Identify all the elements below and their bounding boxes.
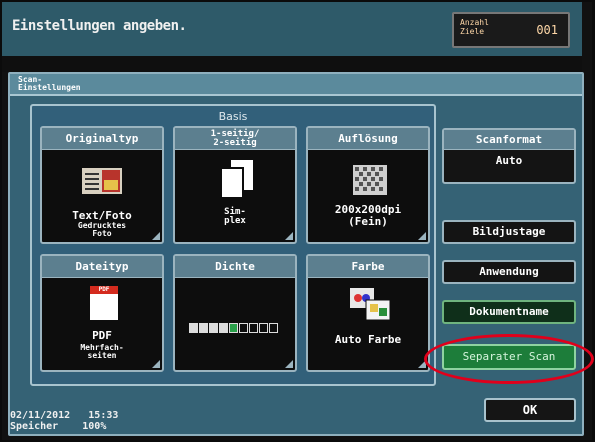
aufloesung-button[interactable]: Auflösung 200x200dpi (Fein) (306, 126, 430, 244)
scan-settings-panel: Scan- Einstellungen Basis Originaltyp Te… (8, 72, 584, 436)
scanformat-button[interactable]: Scanformat Auto (442, 128, 576, 184)
density-segment (239, 323, 248, 333)
ok-button[interactable]: OK (484, 398, 576, 422)
density-segment (229, 323, 238, 333)
corner-marker-icon (418, 360, 426, 368)
basis-group: Basis Originaltyp Text/Foto Gedrucktes F… (30, 104, 436, 386)
color-pages-icon (350, 288, 391, 321)
density-segment (189, 323, 198, 333)
density-segment (219, 323, 228, 333)
farbe-title: Farbe (308, 256, 428, 278)
destination-count-value: 001 (536, 23, 558, 37)
aufloesung-value: 200x200dpi (Fein) (334, 203, 402, 228)
duplex-button[interactable]: 1-seitig/ 2-seitig Sim- plex (173, 126, 297, 244)
farbe-button[interactable]: Farbe Auto Farbe (306, 254, 430, 372)
bildjustage-label: Bildjustage (472, 225, 546, 238)
dokumentname-button[interactable]: Dokumentname (442, 300, 576, 324)
density-segment (269, 323, 278, 333)
duplex-value: Sim- plex (224, 207, 246, 226)
destination-count-box: Anzahl Ziele 001 (452, 12, 570, 48)
header-bar: Einstellungen angeben. Anzahl Ziele 001 (2, 2, 582, 56)
corner-marker-icon (152, 360, 160, 368)
text-photo-icon (82, 168, 122, 194)
density-level-bar (189, 318, 279, 333)
resolution-grid-icon (353, 165, 387, 195)
header-gap (2, 56, 582, 72)
status-area: 02/11/2012 15:33 Speicher 100% (10, 410, 118, 432)
corner-marker-icon (418, 232, 426, 240)
panel-header: Scan- Einstellungen (10, 74, 582, 96)
scanformat-value: Auto (495, 154, 523, 167)
pdf-icon-label: PDF (98, 286, 110, 293)
originaltyp-button[interactable]: Originaltyp Text/Foto Gedrucktes Foto (40, 126, 164, 244)
farbe-value: Auto Farbe (334, 333, 402, 346)
separater-scan-button[interactable]: Separater Scan (442, 344, 576, 370)
bildjustage-button[interactable]: Bildjustage (442, 220, 576, 244)
corner-marker-icon (152, 232, 160, 240)
density-segment (209, 323, 218, 333)
anwendung-label: Anwendung (479, 265, 539, 278)
dateityp-button[interactable]: Dateityp PDF PDF Mehrfach- seiten (40, 254, 164, 372)
instruction-text: Einstellungen angeben. (12, 18, 187, 34)
dokumentname-label: Dokumentname (469, 305, 549, 318)
status-time: 15:33 (88, 410, 119, 421)
duplex-title: 1-seitig/ 2-seitig (175, 128, 295, 150)
simplex-page-icon (220, 160, 253, 199)
originaltyp-subvalue: Gedrucktes Foto (77, 221, 127, 238)
density-segment (259, 323, 268, 333)
memory-value: 100% (82, 421, 107, 432)
memory-label: Speicher (10, 421, 59, 432)
separater-scan-label: Separater Scan (462, 350, 556, 363)
dichte-button[interactable]: Dichte (173, 254, 297, 372)
originaltyp-title: Originaltyp (42, 128, 162, 150)
touch-screen: Einstellungen angeben. Anzahl Ziele 001 … (2, 2, 592, 440)
corner-marker-icon (285, 360, 293, 368)
dichte-title: Dichte (175, 256, 295, 278)
status-date: 02/11/2012 (10, 410, 71, 421)
density-segment (199, 323, 208, 333)
destination-count-label: Anzahl Ziele (460, 18, 489, 36)
pdf-file-icon: PDF (90, 286, 118, 320)
ok-label: OK (522, 403, 538, 417)
dateityp-value: PDF (92, 329, 112, 342)
panel-title: Scan- Einstellungen (18, 75, 81, 92)
dateityp-subvalue: Mehrfach- seiten (80, 343, 124, 360)
dateityp-title: Dateityp (42, 256, 162, 278)
basis-label: Basis (218, 110, 248, 123)
corner-marker-icon (285, 232, 293, 240)
density-segment (249, 323, 258, 333)
anwendung-button[interactable]: Anwendung (442, 260, 576, 284)
scanformat-title: Scanformat (444, 130, 574, 150)
aufloesung-title: Auflösung (308, 128, 428, 150)
